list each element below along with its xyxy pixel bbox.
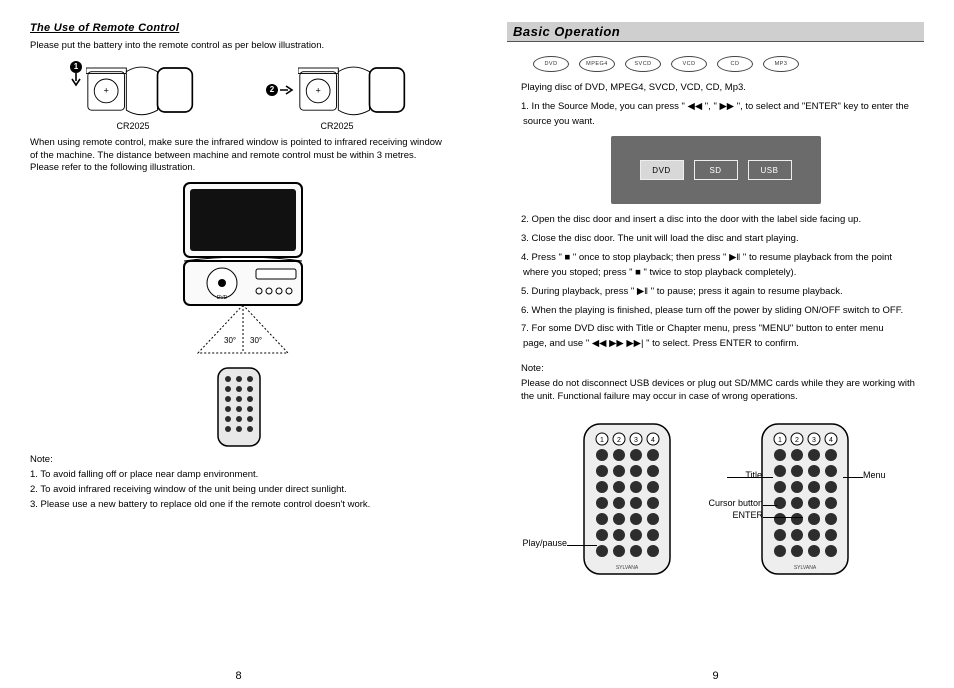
arrow-right-icon bbox=[280, 85, 294, 95]
battery-compartment-icon: + bbox=[298, 61, 408, 119]
svg-text:SYLVANA: SYLVANA bbox=[793, 565, 816, 571]
cone-angle-right: 30° bbox=[250, 336, 262, 345]
callout-menu: Menu bbox=[863, 471, 913, 481]
item3: 3. Close the disc door. The unit will lo… bbox=[507, 233, 924, 246]
svg-text:3: 3 bbox=[634, 437, 638, 444]
disc-svcd-icon: SVCD bbox=[625, 56, 661, 72]
callout-line bbox=[727, 477, 773, 478]
battery-label-b: CR2025 bbox=[320, 121, 353, 131]
intro-text: Please put the battery into the remote c… bbox=[30, 40, 447, 53]
callout-line bbox=[763, 505, 777, 506]
note-body-r: Please do not disconnect USB devices or … bbox=[507, 378, 924, 404]
source-button-dvd[interactable]: DVD bbox=[640, 160, 684, 180]
page-num-right: 9 bbox=[712, 670, 718, 682]
item4b: where you stoped; press " ■ " twice to s… bbox=[507, 267, 924, 280]
remote-small-icon bbox=[217, 367, 261, 447]
item1b: source you want. bbox=[507, 116, 924, 129]
cone-angle-left: 30° bbox=[224, 336, 236, 345]
note3: 3. Please use a new battery to replace o… bbox=[30, 499, 447, 512]
source-button-sd[interactable]: SD bbox=[694, 160, 738, 180]
svg-text:3: 3 bbox=[812, 437, 816, 444]
callout-line bbox=[567, 545, 597, 546]
disc-mp3-icon: MP3 bbox=[763, 56, 799, 72]
callout-enter: ENTER bbox=[693, 511, 763, 521]
item1: 1. In the Source Mode, you can press " ◀… bbox=[507, 101, 924, 114]
disc-cd-icon: CD bbox=[717, 56, 753, 72]
svg-text:1: 1 bbox=[778, 437, 782, 444]
source-select-panel: DVD SD USB bbox=[611, 136, 821, 204]
basic-operation-title: Basic Operation bbox=[507, 22, 924, 42]
battery-illustration-row: 1 + CR2025 2 bbox=[70, 61, 447, 131]
item5: 5. During playback, press " ▶‖ " to paus… bbox=[507, 286, 924, 299]
item6: 6. When the playing is finished, please … bbox=[507, 305, 924, 318]
item7b: page, and use " ◀◀ ▶▶ ▶▶| " to select. P… bbox=[507, 338, 924, 351]
note-head-r: Note: bbox=[507, 363, 924, 376]
callout-title: Title bbox=[702, 471, 762, 481]
svg-text:SYLVANA: SYLVANA bbox=[615, 565, 638, 571]
disc-vcd-icon: VCD bbox=[671, 56, 707, 72]
battery-label-a: CR2025 bbox=[116, 121, 149, 131]
step-badge-1: 1 bbox=[70, 61, 82, 73]
svg-text:2: 2 bbox=[795, 437, 799, 444]
page-left: The Use of Remote Control Please put the… bbox=[0, 0, 477, 688]
disc-mpeg4-icon: MPEG4 bbox=[579, 56, 615, 72]
note-head: Note: bbox=[30, 454, 447, 467]
callout-playpause: Play/pause bbox=[503, 539, 567, 549]
battery-unit-2: 2 + CR2025 bbox=[266, 61, 408, 131]
section-title: The Use of Remote Control bbox=[30, 22, 447, 34]
item7: 7. For some DVD disc with Title or Chapt… bbox=[507, 323, 924, 336]
remote-left-icon: 1 2 3 4 SYLVANA bbox=[583, 423, 671, 575]
battery-unit-1: 1 + CR2025 bbox=[70, 61, 196, 131]
note2: 2. To avoid infrared receiving window of… bbox=[30, 484, 447, 497]
page-right: Basic Operation DVD MPEG4 SVCD VCD CD MP… bbox=[477, 0, 954, 688]
item2: 2. Open the disc door and insert a disc … bbox=[507, 214, 924, 227]
step-badge-2: 2 bbox=[266, 84, 278, 96]
callout-cursor: Cursor button bbox=[663, 499, 763, 509]
remote-right-icon: 1 2 3 4 SYLVANA bbox=[761, 423, 849, 575]
arrow-down-icon bbox=[71, 73, 81, 87]
source-button-usb[interactable]: USB bbox=[748, 160, 792, 180]
callout-line bbox=[843, 477, 863, 478]
disc-dvd-icon: DVD bbox=[533, 56, 569, 72]
svg-text:+: + bbox=[315, 85, 320, 95]
svg-text:4: 4 bbox=[651, 437, 655, 444]
svg-text:+: + bbox=[103, 85, 108, 95]
svg-text:4: 4 bbox=[829, 437, 833, 444]
play-line: Playing disc of DVD, MPEG4, SVCD, VCD, C… bbox=[507, 82, 924, 95]
para2: When using remote control, make sure the… bbox=[30, 137, 447, 175]
callout-line bbox=[763, 517, 803, 518]
remotes-row: Play/pause 1 2 3 4 SYLVANA Title bbox=[507, 423, 924, 575]
note1: 1. To avoid falling off or place near da… bbox=[30, 469, 447, 482]
svg-text:1: 1 bbox=[600, 437, 604, 444]
dvd-icon-text: DVD bbox=[216, 295, 227, 301]
dvd-player-illustration: DVD 30° 30° bbox=[30, 181, 447, 450]
item4: 4. Press " ■ " once to stop playback; th… bbox=[507, 252, 924, 265]
svg-text:2: 2 bbox=[617, 437, 621, 444]
battery-compartment-icon: + bbox=[86, 61, 196, 119]
page-num-left: 8 bbox=[235, 670, 241, 682]
disc-icon-row: DVD MPEG4 SVCD VCD CD MP3 bbox=[533, 56, 924, 72]
